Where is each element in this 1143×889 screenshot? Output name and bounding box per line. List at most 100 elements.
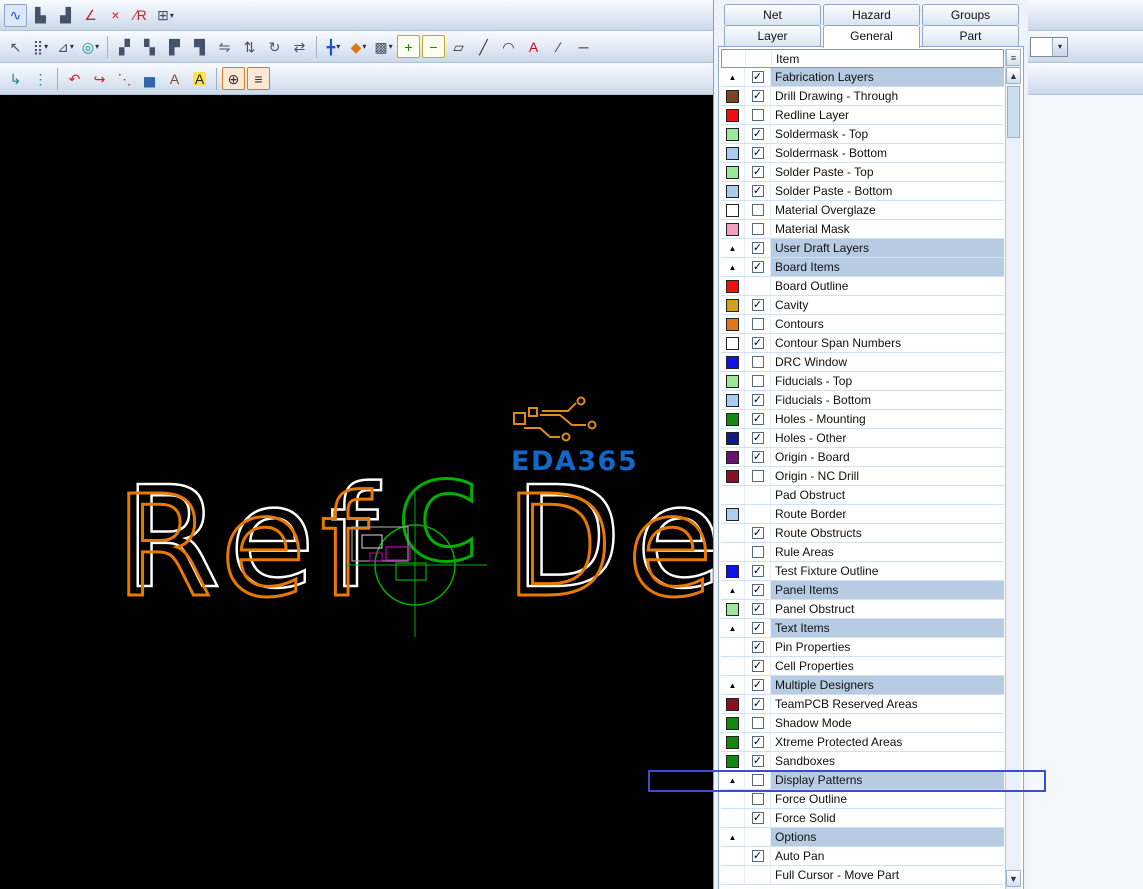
layer-row[interactable]: ✓Solder Paste - Top <box>721 163 1004 182</box>
select-mode-button[interactable]: ↖ <box>4 35 27 58</box>
color-swatch[interactable] <box>726 128 739 141</box>
color-swatch[interactable] <box>726 603 739 616</box>
layer-row[interactable]: Origin - NC Drill <box>721 467 1004 486</box>
visibility-checkbox[interactable]: ✓ <box>752 451 764 463</box>
color-swatch[interactable] <box>726 185 739 198</box>
color-swatch[interactable] <box>726 717 739 730</box>
cell-copy-button[interactable]: ▚ <box>138 35 161 58</box>
place-tool-button[interactable]: ◆▾ <box>347 35 370 58</box>
layer-row[interactable]: Board Outline <box>721 277 1004 296</box>
visibility-checkbox[interactable] <box>752 546 764 558</box>
layer-row[interactable]: ✓Panel Obstruct <box>721 600 1004 619</box>
color-swatch[interactable] <box>726 299 739 312</box>
scroll-down-button[interactable]: ▼ <box>1006 870 1021 887</box>
layer-row[interactable]: ✓Cavity <box>721 296 1004 315</box>
layer-row[interactable]: ▲Display Patterns <box>721 771 1004 790</box>
layer-row[interactable]: ✓Xtreme Protected Areas <box>721 733 1004 752</box>
scroll-thumb[interactable] <box>1007 86 1020 138</box>
tab-hazard[interactable]: Hazard <box>823 4 920 25</box>
redline-arc-button[interactable]: ↶ <box>63 67 86 90</box>
visibility-checkbox[interactable]: ✓ <box>752 584 764 596</box>
visibility-checkbox[interactable] <box>752 717 764 729</box>
flip-vertical-button[interactable]: ⇅ <box>238 35 261 58</box>
visibility-checkbox[interactable] <box>752 793 764 805</box>
layer-row[interactable]: ✓Soldermask - Bottom <box>721 144 1004 163</box>
route-corner-button[interactable]: ↳ <box>4 67 27 90</box>
layer-row[interactable]: ✓TeamPCB Reserved Areas <box>721 695 1004 714</box>
tab-general[interactable]: General <box>823 25 920 48</box>
visibility-checkbox[interactable]: ✓ <box>752 641 764 653</box>
probe-waveform-button[interactable]: ∿ <box>4 4 27 27</box>
layer-row[interactable]: ▲Options <box>721 828 1004 847</box>
zoom-in-button[interactable]: + <box>397 35 420 58</box>
layer-row[interactable]: ✓Origin - Board <box>721 448 1004 467</box>
visibility-checkbox[interactable]: ✓ <box>752 565 764 577</box>
color-swatch[interactable] <box>726 223 739 236</box>
combobox-dropdown-arrow[interactable]: ▾ <box>1052 38 1067 56</box>
color-swatch[interactable] <box>726 90 739 103</box>
visibility-checkbox[interactable]: ✓ <box>752 128 764 140</box>
color-swatch[interactable] <box>726 166 739 179</box>
layer-row[interactable]: ▲✓Board Items <box>721 258 1004 277</box>
visibility-checkbox[interactable]: ✓ <box>752 679 764 691</box>
collapse-arrow-icon[interactable]: ▲ <box>729 73 737 82</box>
visibility-checkbox[interactable]: ✓ <box>752 622 764 634</box>
color-swatch[interactable] <box>726 394 739 407</box>
view-target-dropdown-arrow[interactable]: ▾ <box>95 42 99 51</box>
angle-mode-dropdown-arrow[interactable]: ▾ <box>70 42 74 51</box>
collapse-arrow-icon[interactable]: ▲ <box>729 244 737 253</box>
move-tool-dropdown-arrow[interactable]: ▾ <box>336 42 340 51</box>
draw-slash-button[interactable]: ∕ <box>547 35 570 58</box>
visibility-checkbox[interactable]: ✓ <box>752 850 764 862</box>
layer-row[interactable]: ✓Drill Drawing - Through <box>721 87 1004 106</box>
text-highlight-button[interactable]: A <box>188 67 211 90</box>
draw-line-button[interactable]: ╱ <box>472 35 495 58</box>
collapse-arrow-icon[interactable]: ▲ <box>729 833 737 842</box>
layer-row[interactable]: ▲✓Panel Items <box>721 581 1004 600</box>
visibility-checkbox[interactable] <box>752 204 764 216</box>
color-swatch[interactable] <box>726 109 739 122</box>
grid-display-dropdown-arrow[interactable]: ▾ <box>44 42 48 51</box>
visibility-checkbox[interactable]: ✓ <box>752 185 764 197</box>
visibility-checkbox[interactable]: ✓ <box>752 337 764 349</box>
layer-row[interactable]: Redline Layer <box>721 106 1004 125</box>
visibility-checkbox[interactable]: ✓ <box>752 736 764 748</box>
layer-row[interactable]: Full Cursor - Move Part <box>721 866 1004 885</box>
flip-horizontal-button[interactable]: ⇋ <box>213 35 236 58</box>
hazard-histogram-button[interactable]: ▟ <box>54 4 77 27</box>
measure-radius-button[interactable]: ∕R <box>129 4 152 27</box>
cursor-crosshair-button[interactable]: ⊕ <box>222 67 245 90</box>
layer-row[interactable]: ✓Test Fixture Outline <box>721 562 1004 581</box>
collapse-arrow-icon[interactable]: ▲ <box>729 586 737 595</box>
layer-row[interactable]: Contours <box>721 315 1004 334</box>
color-swatch[interactable] <box>726 565 739 578</box>
visibility-checkbox[interactable]: ✓ <box>752 603 764 615</box>
move-tool-button[interactable]: ╋▾ <box>322 35 345 58</box>
fill-pattern-dropdown-arrow[interactable]: ▾ <box>389 42 393 51</box>
visibility-checkbox[interactable] <box>752 470 764 482</box>
list-scrollbar[interactable]: ≡ ▲ ▼ <box>1005 49 1021 889</box>
layer-row[interactable]: ✓Soldermask - Top <box>721 125 1004 144</box>
tab-groups[interactable]: Groups <box>922 4 1019 25</box>
layer-row[interactable]: Pad Obstruct <box>721 486 1004 505</box>
view-target-button[interactable]: ◎▾ <box>79 35 102 58</box>
visibility-checkbox[interactable]: ✓ <box>752 394 764 406</box>
visibility-checkbox[interactable] <box>752 318 764 330</box>
color-swatch[interactable] <box>726 508 739 521</box>
color-swatch[interactable] <box>726 413 739 426</box>
color-swatch[interactable] <box>726 204 739 217</box>
layer-row[interactable]: ✓Solder Paste - Bottom <box>721 182 1004 201</box>
layer-row[interactable]: ✓Pin Properties <box>721 638 1004 657</box>
tab-part[interactable]: Part <box>922 25 1019 46</box>
layer-row[interactable]: DRC Window <box>721 353 1004 372</box>
layer-chart-button[interactable]: ▅ <box>138 67 161 90</box>
collapse-arrow-icon[interactable]: ▲ <box>729 681 737 690</box>
visibility-checkbox[interactable] <box>752 109 764 121</box>
place-tool-dropdown-arrow[interactable]: ▾ <box>362 42 366 51</box>
layer-row[interactable]: Material Overglaze <box>721 201 1004 220</box>
design-canvas[interactable]: Ref De Ref De C EDA365 <box>0 95 713 889</box>
layer-row[interactable]: Fiducials - Top <box>721 372 1004 391</box>
layer-row[interactable]: ✓Fiducials - Bottom <box>721 391 1004 410</box>
display-list-button[interactable]: ≡ <box>247 67 270 90</box>
layer-row[interactable]: ▲✓Multiple Designers <box>721 676 1004 695</box>
